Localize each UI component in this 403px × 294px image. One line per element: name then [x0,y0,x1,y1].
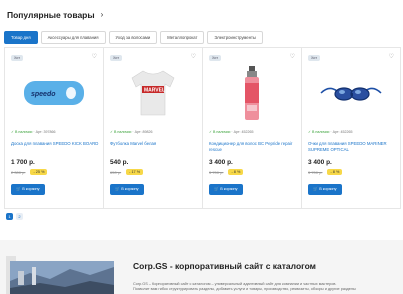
product-image[interactable] [213,63,291,123]
svg-text:speedo: speedo [31,91,56,98]
stock-status: ✓ В наличии · Арт: 397866 [11,130,56,134]
heart-icon[interactable]: ♡ [92,53,97,60]
section-title: Популярные товары [7,10,95,20]
discount-badge: - 17 % [126,169,144,175]
tab-power-tools[interactable]: Электроинструменты [207,31,263,44]
add-to-cart-button[interactable]: 🛒 В корзину [110,184,144,195]
tab-metal[interactable]: Металлопрокат [160,31,205,44]
product-card[interactable]: Хит ♡ ✓ В наличии · Арт: 452265 Кондицио… [202,47,302,209]
hit-badge: Хит [308,55,321,61]
product-price: 3 400 р. [308,159,332,166]
discount-badge: - 8 % [327,169,343,175]
product-price: 540 р. [110,159,129,166]
old-price-row: 3 700 р. - 8 % [308,169,343,175]
hit-badge: Хит [209,55,222,61]
old-price: 650 р. [110,169,122,175]
old-price: 3 700 р. [209,169,224,175]
product-image[interactable]: MARVEL [114,63,192,123]
tab-product-of-day[interactable]: Товар дня [4,31,38,44]
stock-status: ✓ В наличии · Арт: 452265 [209,130,254,134]
page-1[interactable]: 1 [6,213,13,220]
tshirt-image: MARVEL [131,70,175,116]
add-to-cart-button[interactable]: 🛒 В корзину [11,184,45,195]
product-image[interactable]: speedo [15,63,93,123]
heart-icon[interactable]: ♡ [389,53,394,60]
hit-badge: Хит [110,55,123,61]
add-to-cart-button[interactable]: 🛒 В корзину [308,184,342,195]
category-tabs: Товар дня Аксессуары для плавания Уход з… [4,31,263,44]
product-price: 3 400 р. [209,159,233,166]
product-list: Хит ♡ speedo ✓ В наличии · Арт: 397866 Д… [4,47,402,209]
about-title: Corp.GS - корпоративный сайт с каталогом [133,261,316,271]
product-name-link[interactable]: Кондиционер для волос BC Pepride repair … [209,141,299,152]
kickboard-image: speedo [24,81,84,105]
add-to-cart-button[interactable]: 🛒 В корзину [209,184,243,195]
product-price: 1 700 р. [11,159,35,166]
about-section: Corp.GS - корпоративный сайт с каталогом… [0,240,403,294]
hit-badge: Хит [11,55,24,61]
tab-hair-care[interactable]: Уход за волосами [108,31,158,44]
goggles-image [320,87,382,101]
product-card[interactable]: Хит ♡ speedo ✓ В наличии · Арт: 397866 Д… [4,47,104,209]
heart-icon[interactable]: ♡ [191,53,196,60]
about-text: Corp.GS – Корпоративный сайт с каталогом… [133,282,356,291]
heart-icon[interactable]: ♡ [290,53,295,60]
chevron-right-icon[interactable]: › [101,11,104,19]
old-price-row: 2 300 р. - 25 % [11,169,48,175]
svg-text:MARVEL: MARVEL [144,88,165,94]
product-name-link[interactable]: Доска для плавания SPEEDO KICK BOARD [11,141,101,147]
section-header: Популярные товары › [7,10,103,20]
product-name-link[interactable]: Очки для плавания SPEEDO MARINER SUPREME… [308,141,398,152]
bottle-image [245,66,259,120]
old-price-row: 3 700 р. - 8 % [209,169,244,175]
discount-badge: - 8 % [228,169,244,175]
old-price: 3 700 р. [308,169,323,175]
tab-swim-accessories[interactable]: Аксессуары для плавания [40,31,106,44]
page-2[interactable]: 2 [16,213,23,220]
pagination: 1 2 [6,213,23,220]
product-image[interactable] [312,63,390,123]
stock-status: ✓ В наличии · Арт: 452265 [308,130,353,134]
old-price: 2 300 р. [11,169,26,175]
product-card[interactable]: Хит ♡ ✓ В наличии · Арт: 452265 Очки для… [301,47,401,209]
industrial-photo [10,261,114,294]
stock-status: ✓ В наличии · Арт: 89826 [110,130,153,134]
discount-badge: - 25 % [30,169,48,175]
about-image [10,261,114,294]
product-name-link[interactable]: Футболка Marvel белая [110,141,200,147]
product-card[interactable]: Хит ♡ MARVEL ✓ В наличии · Арт: 89826 Фу… [103,47,203,209]
old-price-row: 650 р. - 17 % [110,169,144,175]
